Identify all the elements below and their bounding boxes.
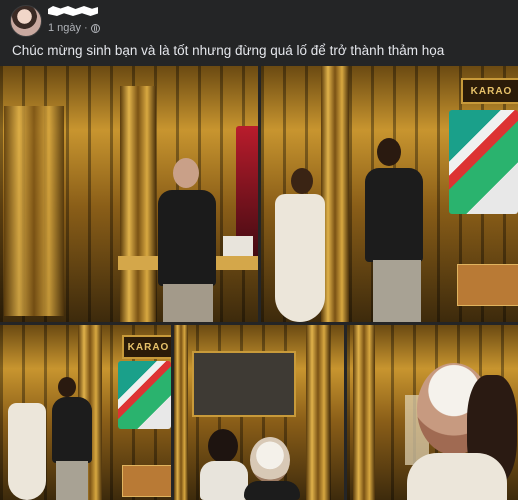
post-time[interactable]: 1 ngày — [48, 22, 81, 34]
person-head-left — [208, 429, 238, 463]
post-photo-1[interactable] — [0, 66, 258, 322]
gold-pillar — [174, 325, 188, 500]
post-photo-5[interactable] — [347, 325, 518, 500]
man-shirt — [52, 397, 92, 463]
white-top — [407, 453, 507, 500]
counter-box — [122, 465, 171, 497]
man-pants — [56, 461, 88, 500]
person-pants — [163, 284, 213, 322]
man-head — [58, 377, 76, 397]
woman-head — [291, 168, 313, 194]
post-photo-4[interactable] — [174, 325, 344, 500]
gold-pillar — [4, 106, 64, 316]
man-shirt — [365, 168, 423, 262]
post-photo-3[interactable]: KARAO — [0, 325, 171, 500]
gold-pillar — [120, 86, 156, 322]
dot-separator: · — [84, 22, 88, 34]
tv-screen — [118, 361, 171, 429]
woman-white-dress — [275, 194, 325, 322]
person-shirt — [244, 481, 300, 500]
gold-pillar — [321, 66, 349, 322]
post-caption: Chúc mừng sinh bạn và là tốt nhưng đừng … — [12, 43, 445, 58]
author-name-redacted[interactable] — [48, 6, 98, 16]
post-header: 1 ngày · — [0, 0, 518, 38]
counter-box — [457, 264, 518, 306]
gold-pillar — [353, 325, 375, 500]
woman-white-dress — [8, 403, 46, 500]
cake-covered-face — [250, 437, 290, 483]
post-meta: 1 ngày · — [48, 22, 100, 34]
man-head — [377, 138, 401, 166]
gold-pillar — [306, 325, 330, 500]
person-white-shirt — [200, 461, 248, 500]
globe-icon[interactable] — [90, 23, 100, 33]
window-frame — [192, 351, 296, 417]
karaoke-sign: KARAO — [461, 78, 518, 104]
man-pants — [373, 260, 421, 322]
post-photo-2[interactable]: KARAO — [261, 66, 518, 322]
person-head — [173, 158, 199, 188]
karaoke-sign: KARAO — [122, 335, 171, 359]
paper-box — [223, 236, 253, 256]
author-avatar[interactable] — [10, 5, 42, 37]
tv-screen — [449, 110, 518, 214]
person-shirt — [158, 190, 216, 286]
